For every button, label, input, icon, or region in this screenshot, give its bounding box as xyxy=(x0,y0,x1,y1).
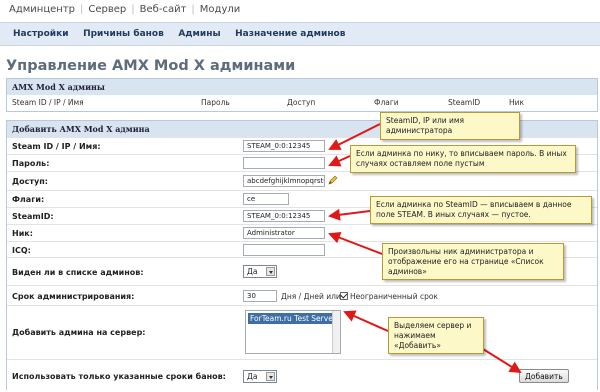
callout-password: Если админка по нику, то вписываем парол… xyxy=(350,145,576,173)
column-steam-id: Steam ID / IP / Имя xyxy=(12,98,84,107)
form-row-term: Срок администрирования: 30 Дня / Дней ил… xyxy=(7,285,597,305)
callout-steam: SteamID, IP или имя администратора xyxy=(380,112,520,140)
nav-separator: | xyxy=(191,4,195,15)
nav-website[interactable]: Веб-сайт xyxy=(140,4,187,15)
pencil-icon[interactable] xyxy=(328,175,338,185)
column-flags: Флаги xyxy=(374,98,399,107)
nick-label: Ник: xyxy=(12,229,33,238)
only-terms-label: Использовать только указанные сроки бано… xyxy=(12,372,226,381)
flags-input[interactable]: ce xyxy=(243,193,289,205)
only-terms-select[interactable]: Да xyxy=(243,370,277,383)
nick-input[interactable]: Administrator xyxy=(243,227,325,239)
nav-server[interactable]: Сервер xyxy=(88,4,126,15)
page-title: Управление AMX Mod X админами xyxy=(6,58,296,74)
subnav-settings[interactable]: Настройки xyxy=(13,29,69,39)
form-row-only-terms: Использовать только указанные сроки бано… xyxy=(7,359,597,391)
unlimited-label: Неограниченный срок xyxy=(350,292,438,301)
column-access: Доступ xyxy=(287,98,316,107)
only-terms-select-value: Да xyxy=(247,372,258,381)
password-input[interactable] xyxy=(243,157,325,169)
form-row-nick: Ник: Administrator xyxy=(7,224,597,241)
server-option[interactable]: ForTeam.ru Test Server xyxy=(248,313,338,324)
subnav-admins[interactable]: Админы xyxy=(178,29,220,39)
term-input[interactable]: 30 xyxy=(243,290,277,302)
icq-input[interactable] xyxy=(243,244,325,256)
visible-label: Виден ли в списке админов: xyxy=(12,268,144,277)
form-row-access: Доступ: abcdefghijklmnopqrstu xyxy=(7,171,597,190)
nav-modules[interactable]: Модули xyxy=(200,4,240,15)
steamid-label: SteamID: xyxy=(12,212,54,221)
chevron-down-icon xyxy=(266,372,275,381)
steam-id-input[interactable]: STEAM_0:0:12345 xyxy=(243,140,325,152)
unlimited-checkbox[interactable] xyxy=(340,292,348,300)
column-nick: Ник xyxy=(509,98,525,107)
chevron-down-icon xyxy=(266,267,275,276)
admins-table-header: Steam ID / IP / Имя Пароль Доступ Флаги … xyxy=(7,95,597,111)
server-label: Добавить админа на сервер: xyxy=(12,328,146,337)
form-row-server: Добавить админа на сервер: ForTeam.ru Te… xyxy=(7,305,597,359)
nav-separator: | xyxy=(80,4,84,15)
callout-server: Выделяем сервер и нажимаем «Добавить» xyxy=(388,317,484,355)
password-label: Пароль: xyxy=(12,159,50,168)
term-label: Срок администрирования: xyxy=(12,292,135,301)
column-password: Пароль xyxy=(201,98,230,107)
steam-label: Steam ID / IP / Имя: xyxy=(12,142,101,151)
server-listbox[interactable]: ForTeam.ru Test Server xyxy=(245,310,341,354)
sub-navigation: Настройки Причины банов Админы Назначени… xyxy=(0,22,600,46)
nav-separator: | xyxy=(131,4,135,15)
access-label: Доступ: xyxy=(12,177,48,186)
subnav-ban-reasons[interactable]: Причины банов xyxy=(83,29,164,39)
listbox-scrollbar[interactable] xyxy=(332,311,340,353)
callout-steamid: Если админка по SteamID — вписываем в да… xyxy=(370,196,592,224)
visible-select-value: Да xyxy=(247,267,258,276)
subnav-assign-admins[interactable]: Назначение админов xyxy=(235,29,345,39)
term-unit: Дня / Дней или xyxy=(281,292,341,301)
flags-label: Флаги: xyxy=(12,195,45,204)
visible-select[interactable]: Да xyxy=(243,265,277,278)
icq-label: ICQ: xyxy=(12,246,31,255)
add-button[interactable]: Добавить xyxy=(519,369,569,383)
column-steamid: SteamID xyxy=(448,98,481,107)
admins-table-caption: AMX Mod X админы xyxy=(7,79,597,95)
top-navigation: Админцентр | Сервер | Веб-сайт | Модули xyxy=(0,0,600,20)
access-input[interactable]: abcdefghijklmnopqrstu xyxy=(243,175,325,187)
admins-table: AMX Mod X админы Steam ID / IP / Имя Пар… xyxy=(6,78,598,112)
nav-admincenter[interactable]: Админцентр xyxy=(9,4,75,15)
steamid-input[interactable]: STEAM_0:0:12345 xyxy=(243,210,325,222)
callout-nick: Произвольны ник администратора и отображ… xyxy=(382,243,564,281)
